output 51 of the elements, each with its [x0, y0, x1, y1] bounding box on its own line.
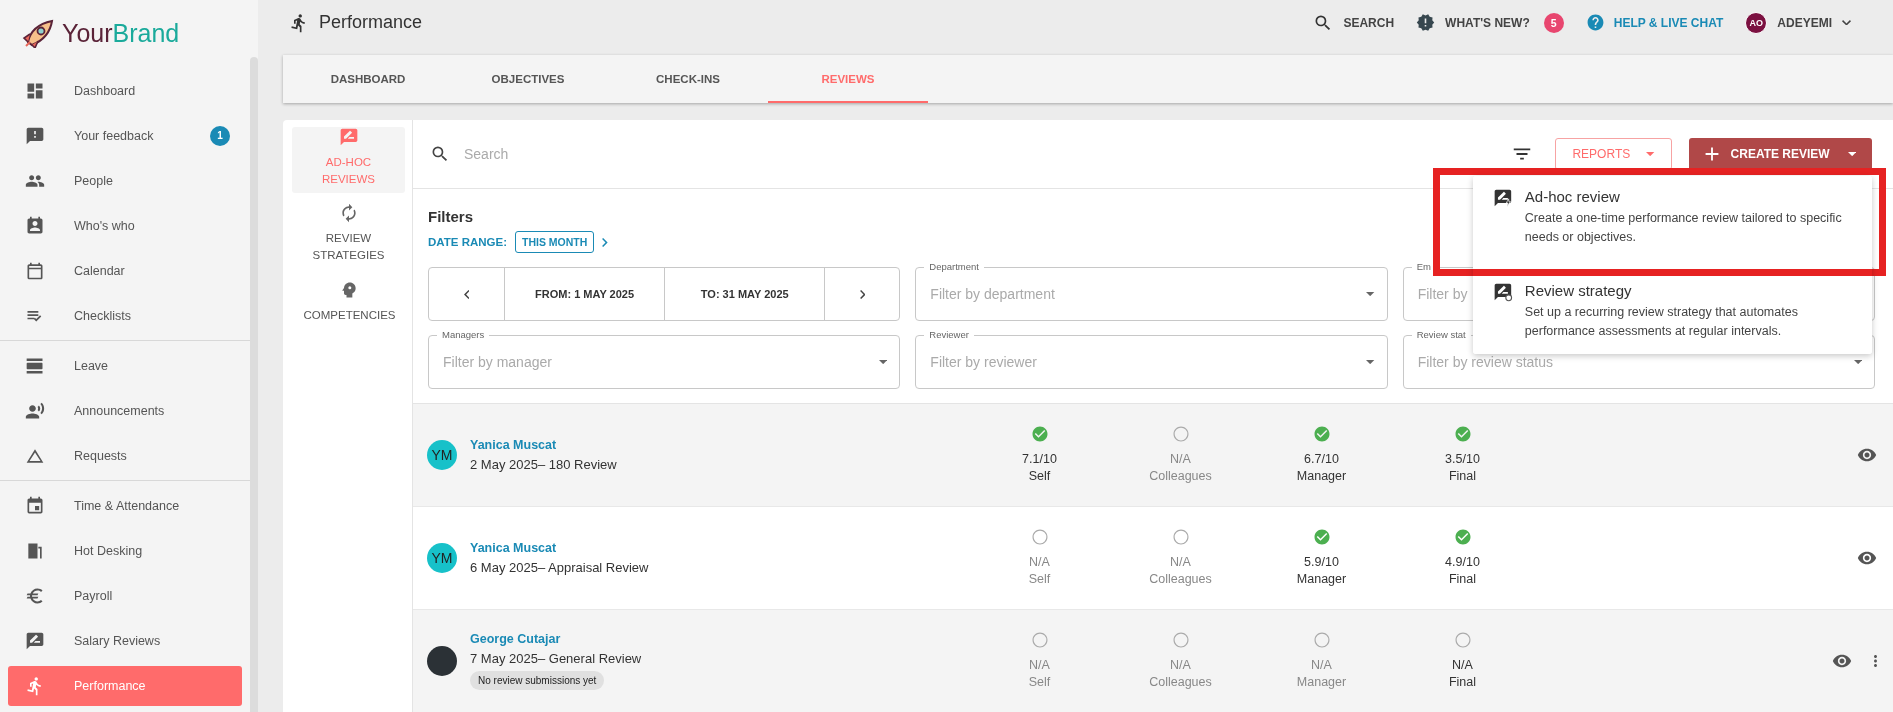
field-label: Department: [924, 261, 984, 272]
score-label: Self: [1028, 468, 1051, 485]
score-label: Final: [1448, 468, 1477, 485]
score-value: 6.7/10: [1304, 450, 1339, 468]
score-value: N/A: [1029, 656, 1050, 674]
user-avatar: AO: [1745, 11, 1768, 34]
score-label: Self: [1028, 674, 1051, 691]
score-value: N/A: [1452, 656, 1473, 674]
page-title: Performance: [319, 12, 423, 33]
score-label: Final: [1448, 674, 1477, 691]
menu-item-title: Review strategy: [1524, 282, 1633, 299]
field-label: Em: [1411, 261, 1436, 272]
score-label: Final: [1448, 571, 1477, 588]
count-badge: 1: [210, 125, 230, 146]
brand-name: YourBrand: [62, 18, 180, 48]
score-value: N/A: [1311, 656, 1332, 674]
score-label: Self: [1028, 571, 1051, 588]
score-label: Colleagues: [1149, 674, 1212, 691]
date-range-label: DATE RANGE:: [428, 236, 507, 248]
status-badge: No review submissions yet: [470, 671, 605, 690]
menu-item-description: Create a one-time performance review tailored to specific needs or objectives.: [1524, 210, 1843, 247]
field-placeholder: Filter by reviewer: [930, 354, 1037, 370]
review-title: 2 May 2025– 180 Review: [470, 457, 617, 472]
score-value: 3.5/10: [1445, 450, 1480, 468]
score-label: Manager: [1296, 571, 1347, 588]
score-value: N/A: [1170, 656, 1191, 674]
score-value: N/A: [1170, 553, 1191, 571]
field-placeholder: Filter by: [1417, 286, 1468, 302]
score-label: Colleagues: [1149, 468, 1212, 485]
score-label: Colleagues: [1149, 571, 1212, 588]
filters-title: Filters: [428, 208, 473, 225]
review-title: 6 May 2025– Appraisal Review: [470, 560, 649, 575]
user-name: ADEYEMI: [1777, 15, 1832, 30]
avatar: YM: [427, 543, 457, 573]
score-value: 4.9/10: [1445, 553, 1480, 571]
score-value: N/A: [1029, 553, 1050, 571]
avatar: YM: [427, 440, 457, 470]
field-label: Review stat: [1411, 329, 1471, 340]
score-label: Manager: [1296, 674, 1347, 691]
score-value: 5.9/10: [1304, 553, 1339, 571]
field-placeholder: Filter by review status: [1417, 354, 1554, 370]
menu-item-title: Ad-hoc review: [1524, 188, 1621, 205]
count-badge: 5: [1543, 12, 1564, 33]
field-label: Managers: [437, 329, 490, 340]
field-placeholder: Filter by department: [930, 286, 1055, 302]
score-value: N/A: [1170, 450, 1191, 468]
score-label: Manager: [1296, 468, 1347, 485]
field-placeholder: Filter by manager: [443, 354, 552, 370]
field-label: Reviewer: [924, 329, 974, 340]
review-title: 7 May 2025– General Review: [470, 651, 642, 666]
score-value: 7.1/10: [1022, 450, 1057, 468]
